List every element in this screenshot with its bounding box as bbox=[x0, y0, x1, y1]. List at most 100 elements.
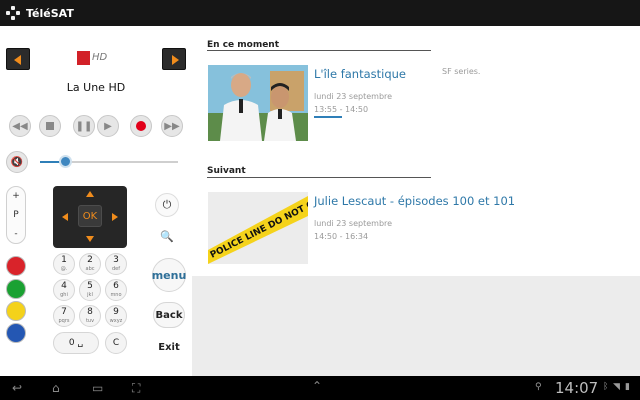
num-key-letters: abc bbox=[85, 266, 95, 272]
num-key[interactable]: 3 def bbox=[105, 253, 127, 275]
next-section-label: Suivant bbox=[207, 166, 246, 176]
now-program-progress bbox=[314, 116, 342, 118]
menu-button[interactable]: menu bbox=[152, 258, 186, 292]
num-key-digit: 6 bbox=[113, 281, 119, 291]
num-key-letters: tuv bbox=[85, 318, 95, 324]
program-down-button[interactable]: - bbox=[7, 229, 25, 239]
bluetooth-icon: ᛒ bbox=[603, 382, 609, 392]
num-key-digit: 8 bbox=[87, 307, 93, 317]
now-program-thumbnail[interactable] bbox=[208, 65, 308, 141]
yellow-button[interactable] bbox=[6, 301, 26, 321]
empty-area bbox=[192, 276, 640, 376]
divider bbox=[207, 177, 431, 178]
next-program-date: lundi 23 septembre bbox=[314, 219, 393, 228]
power-button[interactable]: ⏻ bbox=[155, 193, 179, 217]
num-key-digit: 3 bbox=[113, 255, 119, 265]
record-button[interactable] bbox=[130, 115, 152, 137]
num-key[interactable]: 7 pqrs bbox=[53, 305, 75, 327]
num-key-digit: 4 bbox=[61, 281, 67, 291]
now-program-time: 13:55 - 14:50 bbox=[314, 105, 369, 114]
num-key-letters: pqrs bbox=[58, 318, 70, 324]
rewind-icon: ◀◀ bbox=[12, 120, 28, 132]
num-key-letters: mno bbox=[110, 292, 122, 298]
num-key[interactable]: 8 tuv bbox=[79, 305, 101, 327]
dpad-right-button[interactable] bbox=[112, 213, 118, 221]
num-key-letters: ghi bbox=[60, 292, 68, 298]
num-key-letters: @. bbox=[60, 266, 68, 272]
record-icon bbox=[136, 121, 146, 131]
recent-apps-icon[interactable]: ▭ bbox=[92, 381, 103, 395]
app-title: TéléSAT bbox=[26, 6, 74, 20]
now-program-genre: SF series. bbox=[442, 67, 481, 76]
num-key-letters: jkl bbox=[87, 292, 93, 298]
remote-panel: HD La Une HD ◀◀ ❚❚ ▶ ▶▶ 🔇 + P - OK ⏻ 🔍 1… bbox=[0, 26, 192, 376]
battery-icon: ▮ bbox=[625, 382, 630, 392]
num-key[interactable]: 9 wxyz bbox=[105, 305, 127, 327]
pause-icon: ❚❚ bbox=[75, 120, 93, 132]
blue-button[interactable] bbox=[6, 323, 26, 343]
clear-key[interactable]: C bbox=[105, 332, 127, 354]
volume-slider[interactable] bbox=[40, 155, 178, 168]
play-button[interactable]: ▶ bbox=[97, 115, 119, 137]
exit-button[interactable]: Exit bbox=[153, 334, 185, 360]
num-key-digit: 9 bbox=[113, 307, 119, 317]
dpad-up-button[interactable] bbox=[86, 191, 94, 197]
next-program-title[interactable]: Julie Lescaut - épisodes 100 et 101 bbox=[314, 194, 515, 208]
arrow-left-icon bbox=[14, 55, 21, 65]
program-up-button[interactable]: + bbox=[7, 191, 25, 201]
pause-button[interactable]: ❚❚ bbox=[73, 115, 95, 137]
divider bbox=[207, 50, 431, 51]
stop-button[interactable] bbox=[39, 115, 61, 137]
ok-button[interactable]: OK bbox=[78, 205, 102, 227]
channel-logo: HD bbox=[77, 48, 119, 68]
dpad-left-button[interactable] bbox=[62, 213, 68, 221]
search-button[interactable]: 🔍 bbox=[155, 224, 179, 248]
dpad-down-button[interactable] bbox=[86, 236, 94, 242]
chevron-up-icon[interactable]: ⌃ bbox=[312, 379, 322, 393]
wifi-icon: ◥ bbox=[613, 382, 620, 392]
num-key[interactable]: 2 abc bbox=[79, 253, 101, 275]
home-nav-icon[interactable]: ⌂ bbox=[52, 381, 60, 395]
play-icon: ▶ bbox=[104, 120, 112, 132]
arrow-right-icon bbox=[172, 55, 179, 65]
num-key-digit: 2 bbox=[87, 255, 93, 265]
usb-icon: ⚲ bbox=[535, 382, 542, 392]
dpad: OK bbox=[53, 186, 127, 248]
mute-icon: 🔇 bbox=[10, 156, 24, 168]
num-key[interactable]: 6 mno bbox=[105, 279, 127, 301]
now-program-title[interactable]: L'île fantastique bbox=[314, 67, 406, 81]
now-program-date: lundi 23 septembre bbox=[314, 92, 393, 101]
next-program-thumbnail[interactable]: POLICE LINE DO NOT CROSS bbox=[208, 192, 308, 264]
red-button[interactable] bbox=[6, 256, 26, 276]
prev-channel-button[interactable] bbox=[6, 48, 30, 70]
back-button[interactable]: Back bbox=[153, 302, 185, 328]
screenshot-icon[interactable]: ⛶ bbox=[132, 381, 140, 396]
next-channel-button[interactable] bbox=[162, 48, 186, 70]
green-button[interactable] bbox=[6, 279, 26, 299]
num-key-digit: 1 bbox=[61, 255, 67, 265]
back-nav-icon[interactable]: ↩ bbox=[12, 381, 22, 395]
num-key[interactable]: 1 @. bbox=[53, 253, 75, 275]
app-diamond-icon bbox=[6, 6, 20, 20]
fast-forward-icon: ▶▶ bbox=[164, 120, 180, 132]
num-key-letters: def bbox=[111, 266, 120, 272]
program-label: P bbox=[13, 210, 19, 220]
power-icon: ⏻ bbox=[162, 198, 172, 211]
rewind-button[interactable]: ◀◀ bbox=[9, 115, 31, 137]
num-key-digit: 5 bbox=[87, 281, 93, 291]
fast-forward-button[interactable]: ▶▶ bbox=[161, 115, 183, 137]
clock: 14:07 bbox=[555, 379, 599, 397]
app-title-bar: TéléSAT bbox=[0, 0, 640, 26]
system-nav-bar: ↩ ⌂ ▭ ⛶ ⌃ ⚲ 14:07 ᛒ ◥ ▮ bbox=[0, 376, 640, 400]
num-key[interactable]: 4 ghi bbox=[53, 279, 75, 301]
num-key-letters: wxyz bbox=[109, 318, 123, 324]
channel-name: La Une HD bbox=[66, 81, 126, 94]
mute-button[interactable]: 🔇 bbox=[6, 151, 28, 173]
num-key[interactable]: 5 jkl bbox=[79, 279, 101, 301]
next-program-time: 14:50 - 16:34 bbox=[314, 232, 369, 241]
stop-icon bbox=[46, 122, 54, 130]
num-key-digit: 7 bbox=[61, 307, 67, 317]
volume-slider-thumb[interactable] bbox=[58, 155, 72, 168]
zero-key[interactable]: 0 ␣ bbox=[53, 332, 99, 354]
program-rocker: + P - bbox=[6, 186, 26, 244]
